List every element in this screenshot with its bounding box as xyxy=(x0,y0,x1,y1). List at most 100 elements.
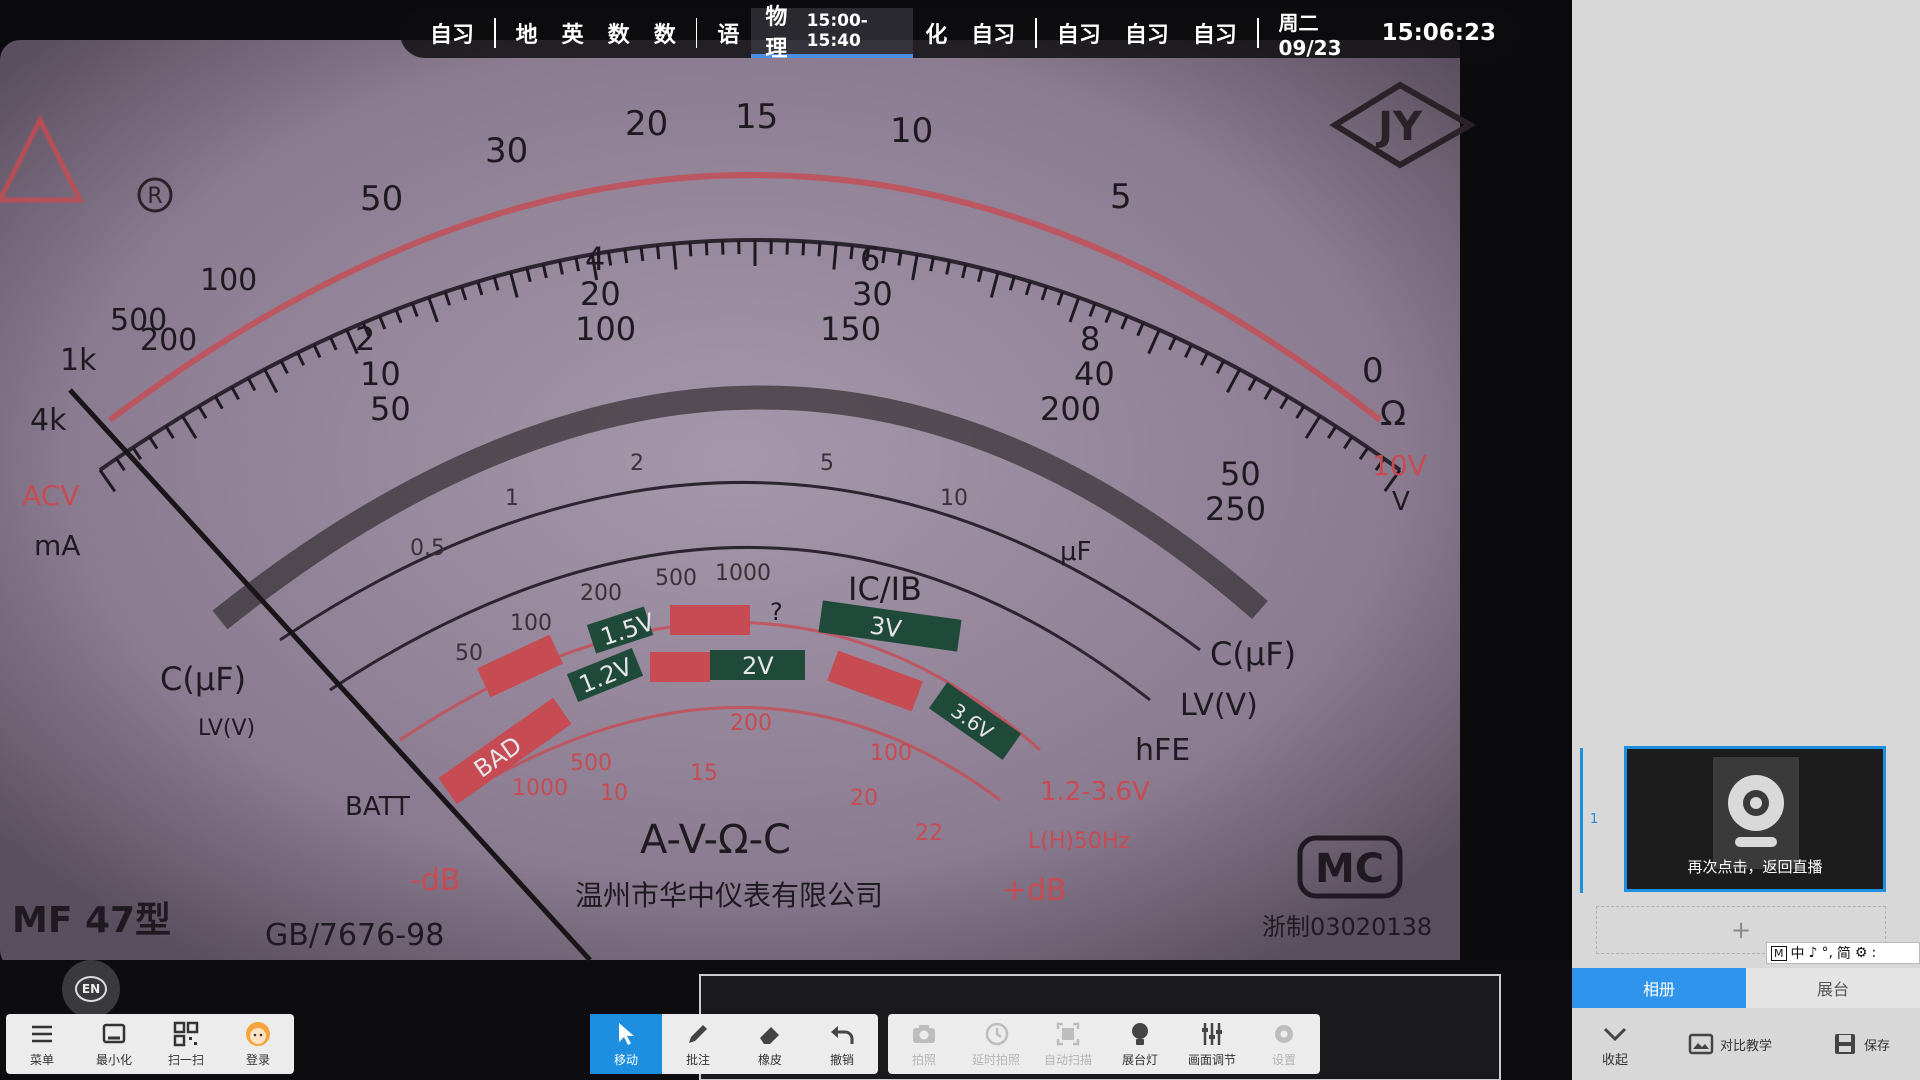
undo-button[interactable]: 撤销 xyxy=(806,1014,878,1074)
scale-top-20: 20 xyxy=(625,104,668,144)
uf-label: μF xyxy=(1060,537,1092,567)
ime-moon[interactable]: ♪ xyxy=(1809,945,1818,961)
left-toolbar: 菜单 最小化 扫一扫 登录 xyxy=(6,1014,294,1074)
eraser-button[interactable]: 橡皮 xyxy=(734,1014,806,1074)
photo-button[interactable]: 拍照 xyxy=(888,1014,960,1074)
compare-label: 对比教学 xyxy=(1719,1038,1772,1054)
undo-label: 撤销 xyxy=(829,1053,854,1067)
schedule-item: 自习 xyxy=(971,23,1016,48)
schedule-item: 数 xyxy=(607,23,630,48)
scale-4k: 4k xyxy=(30,403,67,438)
mid-c-50: 50 xyxy=(370,390,411,428)
camera-live-view[interactable]: R JY 50 30 20 15 10 5 0 1k 4k 500 200 10… xyxy=(0,0,1572,1080)
move-label: 移动 xyxy=(613,1053,638,1067)
scan-label: 扫一扫 xyxy=(167,1053,204,1067)
schedule-separator xyxy=(1256,18,1259,48)
avatar-icon xyxy=(246,1022,270,1046)
menu-icon xyxy=(32,1025,52,1043)
scale-top-15: 15 xyxy=(735,97,778,137)
scan-icon xyxy=(1056,1022,1080,1046)
ohm-symbol: Ω xyxy=(1380,394,1406,434)
ime-punct[interactable]: °, xyxy=(1821,945,1832,961)
acv-label: ACV xyxy=(22,479,79,512)
compare-teaching-button[interactable]: 对比教学 xyxy=(1688,1031,1772,1057)
schedule-item: 英 xyxy=(561,23,584,48)
scale-top-10: 10 xyxy=(890,111,933,151)
current-subject: 物理 xyxy=(765,5,788,62)
booth-light-label: 展台灯 xyxy=(1121,1053,1158,1067)
scale-top-0: 0 xyxy=(1362,351,1384,391)
hfe-50: 50 xyxy=(455,641,483,666)
booth-light-button[interactable]: 展台灯 xyxy=(1104,1014,1176,1074)
c-uf-left: C(μF) xyxy=(160,660,246,698)
scale-tick xyxy=(849,245,854,260)
scale-top-50: 50 xyxy=(360,179,403,219)
auto-scan-button[interactable]: 自动扫描 xyxy=(1032,1014,1104,1074)
live-thumbnail[interactable]: 再次点击，返回直播 xyxy=(1624,746,1886,892)
ime-chinese[interactable]: 中 xyxy=(1791,943,1805,963)
ime-more[interactable]: : xyxy=(1871,945,1876,961)
db-200: 200 xyxy=(730,711,772,736)
ime-toolbar[interactable]: M 中 ♪ °, 简 ⚙ : xyxy=(1766,942,1920,964)
annotate-button[interactable]: 批注 xyxy=(662,1014,734,1074)
image-adjust-button[interactable]: 画面调节 xyxy=(1176,1014,1248,1074)
ime-mode[interactable]: M xyxy=(1771,945,1787,961)
minimize-button[interactable]: 最小化 xyxy=(78,1014,150,1074)
collapse-button[interactable]: 收起 xyxy=(1602,1021,1628,1068)
schedule-item: 化 xyxy=(925,23,948,48)
scale-top-5: 5 xyxy=(1110,177,1132,217)
schedule-item: 数 xyxy=(653,23,676,48)
inner-1: 1 xyxy=(505,486,519,511)
timer-photo-button[interactable]: 延时拍照 xyxy=(960,1014,1032,1074)
scan-qr-button[interactable]: 扫一扫 xyxy=(150,1014,222,1074)
ime-simplified[interactable]: 简 xyxy=(1837,943,1851,963)
clock-date: 周二 09/23 xyxy=(1278,10,1342,60)
auto-scan-label: 自动扫描 xyxy=(1043,1053,1092,1067)
mid-a-8: 8 xyxy=(1080,320,1100,358)
hfe-200: 200 xyxy=(580,581,622,606)
photo-label: 拍照 xyxy=(911,1053,936,1067)
pointer-icon xyxy=(619,1023,634,1045)
minus-db: -dB xyxy=(410,863,460,898)
language-toggle-button[interactable]: EN xyxy=(62,960,120,1018)
add-icon: + xyxy=(1730,916,1752,944)
settings-button[interactable]: 设置 xyxy=(1248,1014,1320,1074)
db-500: 500 xyxy=(570,751,612,776)
inner-5: 5 xyxy=(820,451,834,476)
thumbnail-image xyxy=(1713,757,1799,869)
scale-tick xyxy=(639,246,645,262)
scale-1k: 1k xyxy=(60,343,97,378)
chevron-down-icon xyxy=(1603,1027,1627,1041)
batt-box-3v: 3V xyxy=(868,611,904,643)
compare-icon xyxy=(1688,1033,1714,1055)
ime-settings[interactable]: ⚙ xyxy=(1855,945,1868,961)
company-name: 温州市华中仪表有限公司 xyxy=(575,879,883,912)
schedule-separator xyxy=(695,18,698,48)
eraser-label: 橡皮 xyxy=(757,1053,782,1067)
page-number: 1 xyxy=(1590,812,1599,827)
move-button[interactable]: 移动 xyxy=(590,1014,662,1074)
login-button[interactable]: 登录 xyxy=(222,1014,294,1074)
svg-text:JY: JY xyxy=(1375,104,1423,150)
schedule-item: 自习 xyxy=(1124,23,1169,48)
schedule-current-class: 物理 15:00-15:40 xyxy=(751,5,914,62)
webcam-icon xyxy=(1728,775,1784,847)
sidebar-actions: 收起 对比教学 保存 xyxy=(1572,1008,1920,1080)
mid-c-100: 100 xyxy=(575,310,636,348)
l-label: L(H)50Hz xyxy=(1028,829,1130,854)
save-button[interactable]: 保存 xyxy=(1832,1031,1890,1057)
mid-c-250: 250 xyxy=(1205,490,1266,528)
mid-b-50: 50 xyxy=(1220,455,1261,493)
sidebar-tabs: 相册 展台 xyxy=(1572,968,1920,1008)
registered-mark: R xyxy=(147,184,162,209)
tab-booth[interactable]: 展台 xyxy=(1746,968,1920,1008)
tab-album[interactable]: 相册 xyxy=(1572,968,1746,1008)
current-class-time: 15:00-15:40 xyxy=(806,11,868,51)
qr-icon xyxy=(173,1021,199,1047)
scale-tick xyxy=(688,242,693,257)
db-22: 22 xyxy=(915,821,943,846)
minimize-icon xyxy=(102,1023,126,1044)
mid-c-200: 200 xyxy=(1040,390,1101,428)
menu-button[interactable]: 菜单 xyxy=(6,1014,78,1074)
mid-a-4: 4 xyxy=(585,240,605,278)
